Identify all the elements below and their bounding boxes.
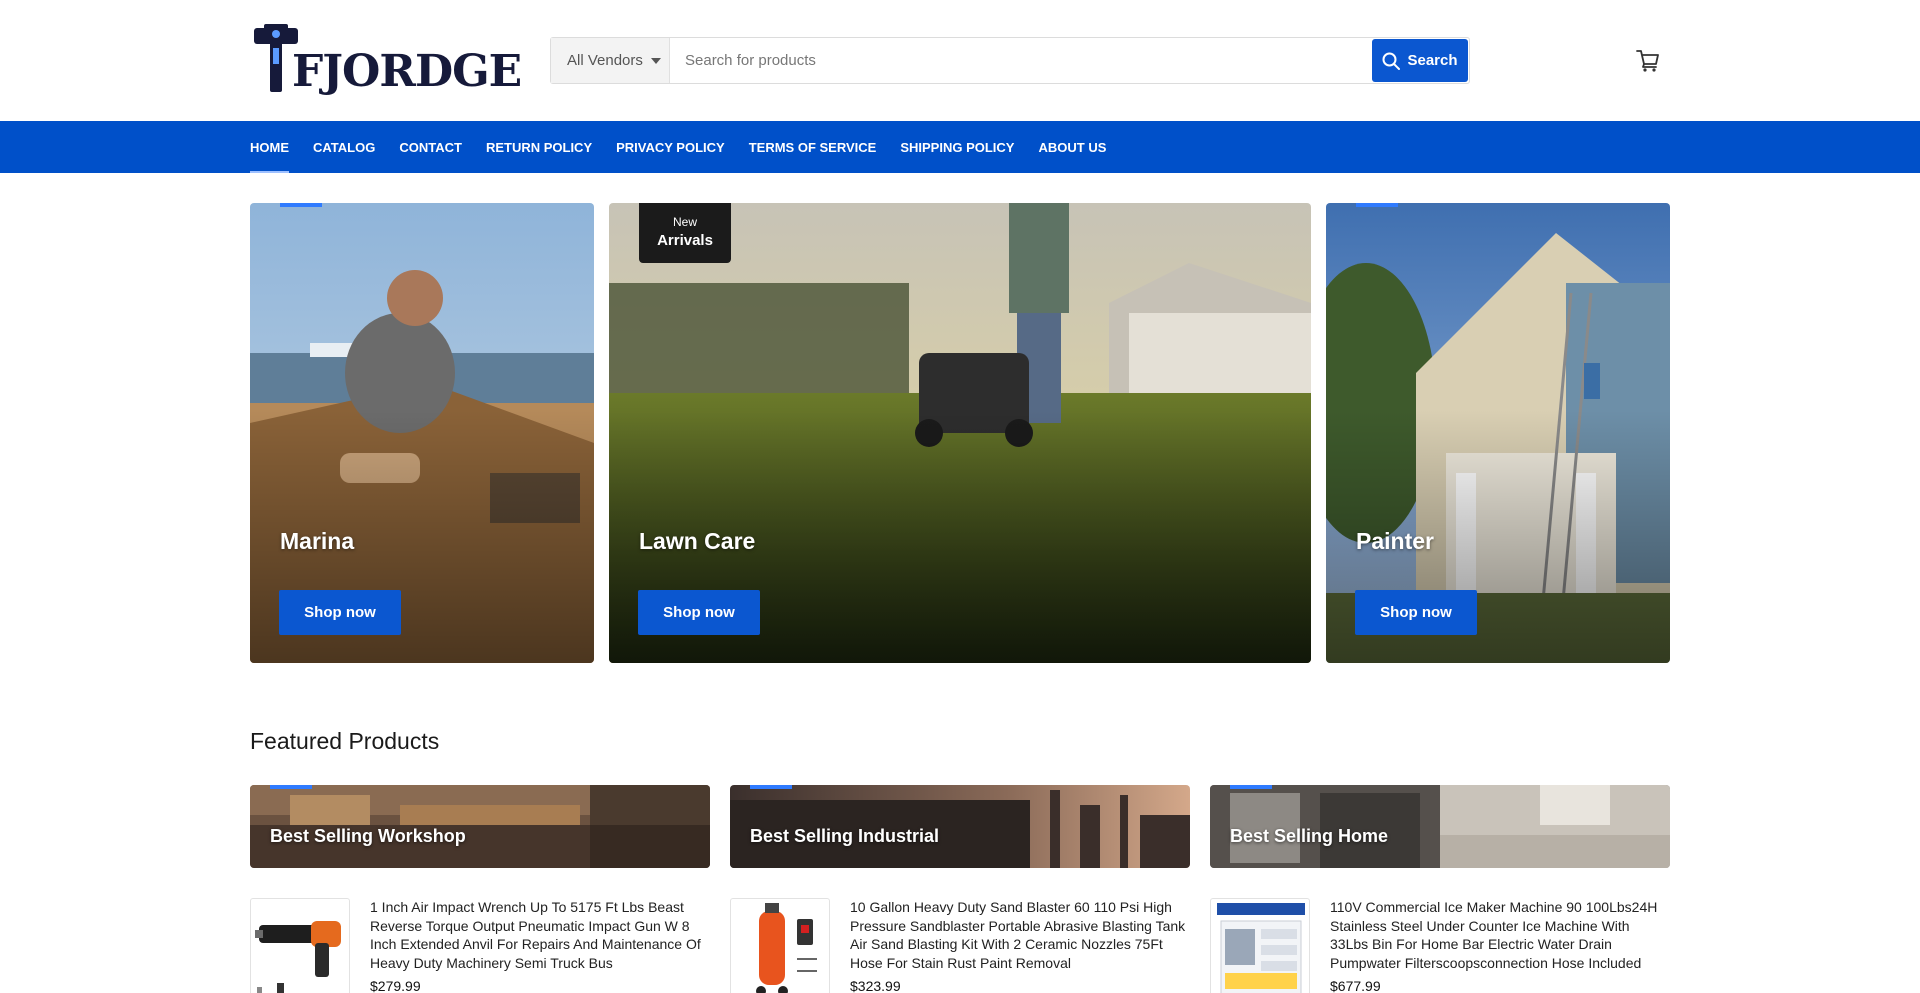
hero-card-lawn-care[interactable]: New Arrivals Lawn Care Shop now [609, 203, 1311, 663]
product-thumbnail[interactable] [1210, 898, 1310, 993]
search-button-label: Search [1407, 52, 1458, 69]
nav-item-home[interactable]: HOME [250, 121, 289, 173]
sand-blaster-image [756, 903, 817, 993]
search-icon [1382, 52, 1401, 70]
hero-title: Marina [280, 528, 355, 554]
main-nav: HOME CATALOG CONTACT RETURN POLICY PRIVA… [0, 121, 1920, 173]
category-banner-workshop[interactable]: Best Selling Workshop [250, 785, 710, 868]
site-header: FJORDGE All Vendors Search [0, 0, 1920, 121]
featured-products-title: Featured Products [250, 728, 440, 754]
nav-item-shipping-policy[interactable]: SHIPPING POLICY [900, 121, 1014, 173]
caret-down-icon [650, 57, 661, 64]
hero-card-marina[interactable]: Marina Shop now [250, 203, 594, 663]
product-price: $677.99 [1330, 978, 1381, 993]
shop-now-button[interactable]: Shop now [1355, 590, 1477, 635]
product-price: $279.99 [370, 978, 421, 993]
product-title[interactable]: 110V Commercial Ice Maker Machine 90 100… [1330, 898, 1670, 972]
nav-item-privacy-policy[interactable]: PRIVACY POLICY [616, 121, 725, 173]
product-title[interactable]: 10 Gallon Heavy Duty Sand Blaster 60 110… [850, 898, 1190, 972]
hero-title: Painter [1356, 528, 1434, 554]
vendor-select-value: All Vendors [567, 52, 643, 69]
vendor-select[interactable]: All Vendors [551, 38, 670, 83]
product-price: $323.99 [850, 978, 901, 993]
cart-icon[interactable] [1634, 46, 1662, 74]
shop-now-button[interactable]: Shop now [638, 590, 760, 635]
nav-item-about-us[interactable]: ABOUT US [1038, 121, 1106, 173]
badge-line-2: Arrivals [657, 232, 713, 249]
nav-item-return-policy[interactable]: RETURN POLICY [486, 121, 592, 173]
product-item[interactable]: 10 Gallon Heavy Duty Sand Blaster 60 110… [730, 898, 1190, 993]
nav-item-terms-of-service[interactable]: TERMS OF SERVICE [749, 121, 877, 173]
logo-wordmark: FJORDGE [292, 46, 522, 97]
search-bar: All Vendors Search [550, 37, 1470, 84]
accent-bar [280, 203, 322, 207]
nav-item-contact[interactable]: CONTACT [399, 121, 462, 173]
shop-now-button[interactable]: Shop now [279, 590, 401, 635]
search-button[interactable]: Search [1372, 39, 1468, 82]
product-title[interactable]: 1 Inch Air Impact Wrench Up To 5175 Ft L… [370, 898, 710, 972]
accent-bar [1356, 203, 1398, 207]
accent-bar [750, 785, 792, 789]
impact-wrench-image [255, 921, 341, 993]
hero-card-painter[interactable]: Painter Shop now [1326, 203, 1670, 663]
new-arrivals-badge: New Arrivals [639, 203, 731, 263]
site-logo[interactable]: FJORDGE [250, 24, 522, 97]
search-input[interactable] [671, 38, 1361, 83]
product-thumbnail[interactable] [250, 898, 350, 993]
category-banner-home[interactable]: Best Selling Home [1210, 785, 1670, 868]
category-banner-industrial[interactable]: Best Selling Industrial [730, 785, 1190, 868]
category-label: Best Selling Home [1230, 826, 1389, 846]
nav-item-catalog[interactable]: CATALOG [313, 121, 375, 173]
category-label: Best Selling Workshop [270, 826, 466, 846]
accent-bar [1230, 785, 1272, 789]
product-item[interactable]: 110V Commercial Ice Maker Machine 90 100… [1210, 898, 1670, 993]
badge-line-1: New [672, 215, 697, 229]
product-item[interactable]: 1 Inch Air Impact Wrench Up To 5175 Ft L… [250, 898, 710, 993]
product-thumbnail[interactable] [730, 898, 830, 993]
accent-bar [270, 785, 312, 789]
hero-title: Lawn Care [639, 528, 756, 554]
category-label: Best Selling Industrial [750, 826, 940, 846]
ice-maker-image [1217, 903, 1305, 993]
